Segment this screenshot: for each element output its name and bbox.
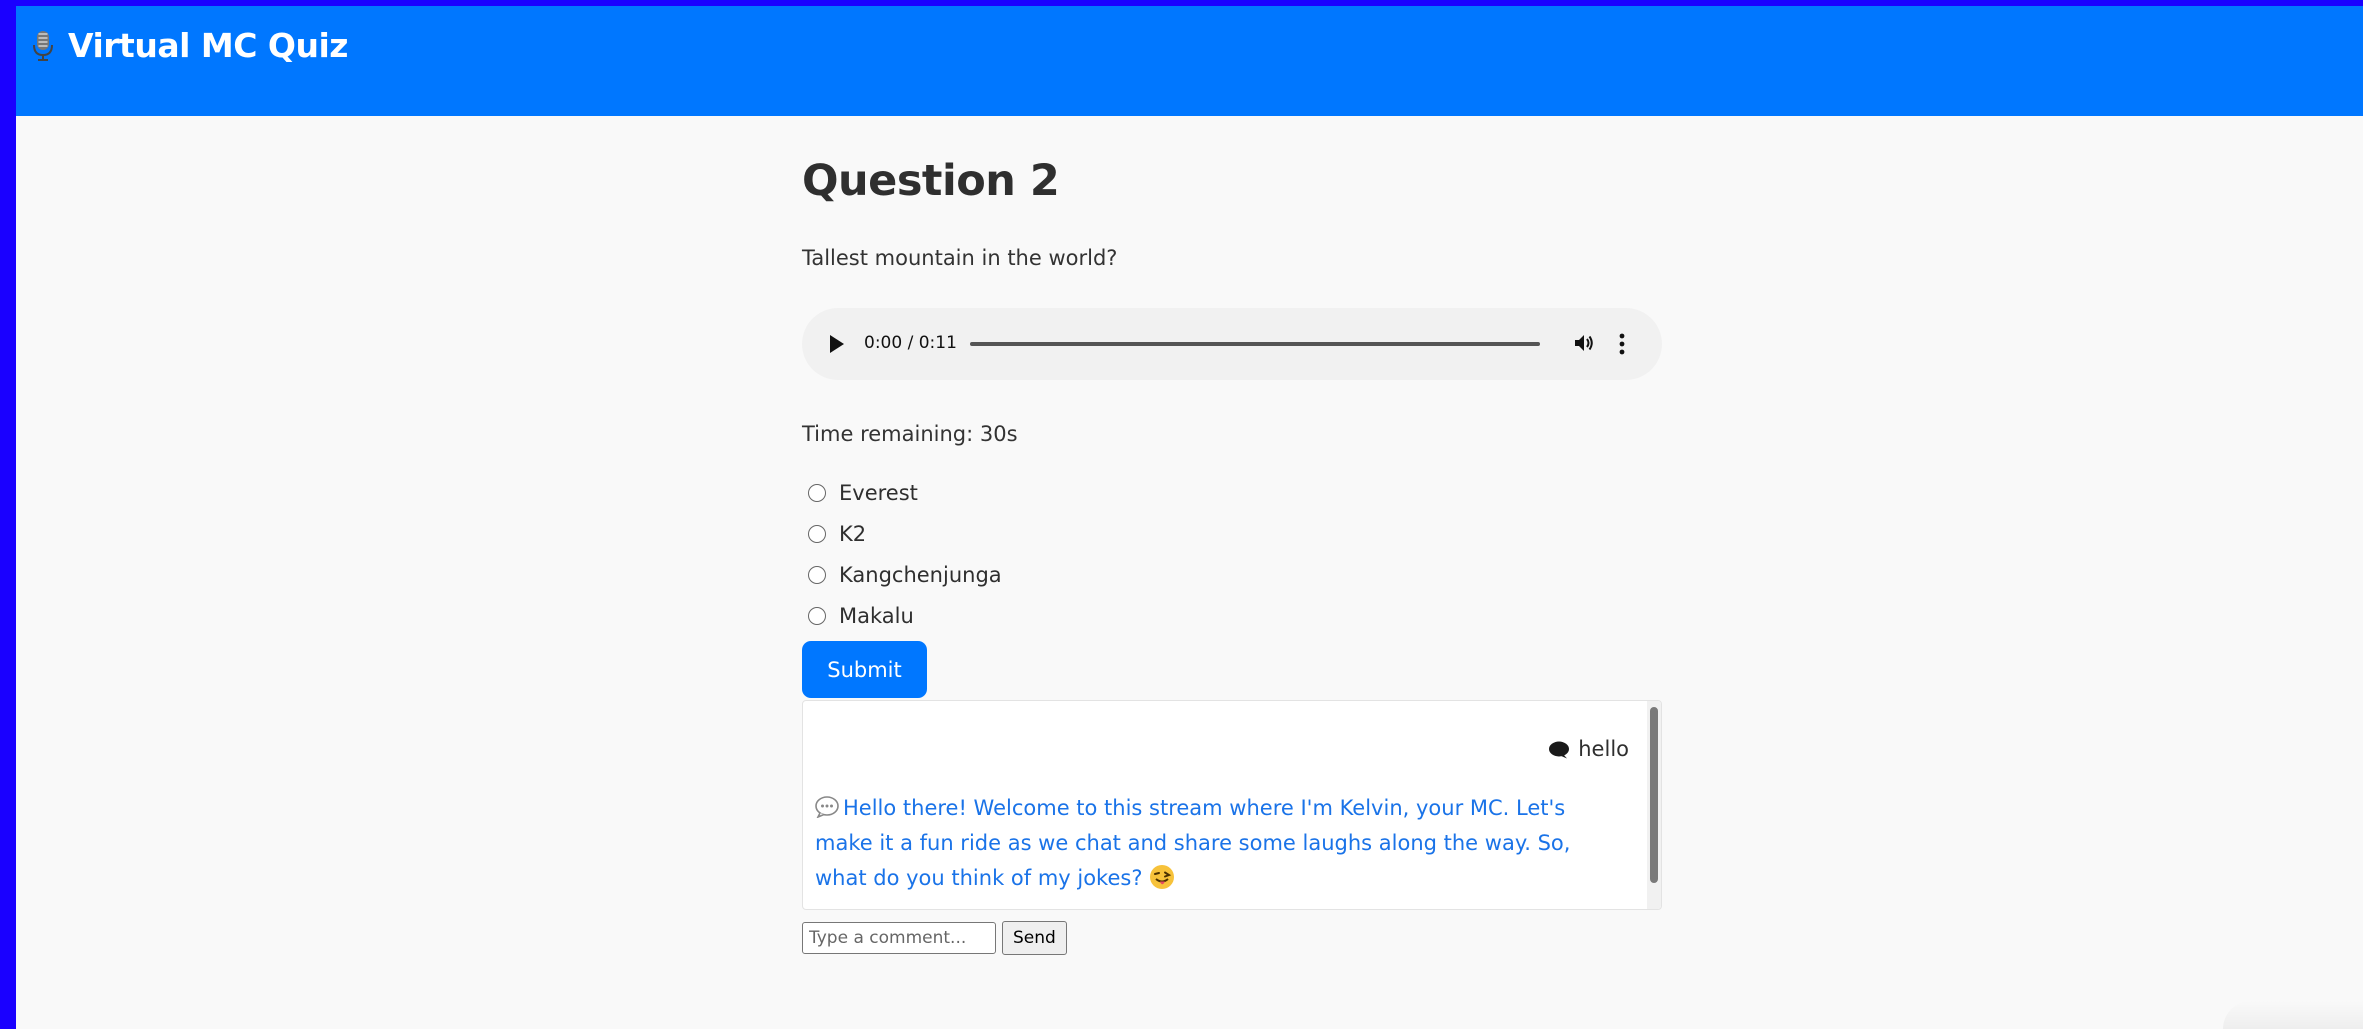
play-icon[interactable] (830, 335, 844, 353)
chat-box: hello Hello there! Welcome to this strea… (802, 700, 1662, 910)
corner-shade (2223, 1001, 2363, 1029)
send-button[interactable]: Send (1002, 921, 1067, 955)
mc-message-text: Hello there! Welcome to this stream wher… (815, 796, 1571, 890)
time-remaining: Time remaining: 30s (802, 422, 1018, 446)
submit-button[interactable]: Submit (802, 641, 927, 698)
answer-options: Everest K2 Kangchenjunga Makalu (808, 472, 1002, 636)
option-label: Everest (839, 480, 918, 505)
speech-bubble-icon (1548, 740, 1570, 759)
option-k2[interactable]: K2 (808, 513, 1002, 554)
option-kangchenjunga[interactable]: Kangchenjunga (808, 554, 1002, 595)
option-label: Kangchenjunga (839, 562, 1002, 587)
app-title: Virtual MC Quiz (32, 26, 349, 65)
more-options-icon[interactable] (1618, 331, 1626, 357)
comment-input[interactable] (802, 922, 996, 954)
thought-bubble-icon (815, 794, 839, 819)
option-everest[interactable]: Everest (808, 472, 1002, 513)
comment-form: Send (802, 921, 1067, 955)
audio-seek-bar[interactable] (970, 342, 1540, 346)
radio-button[interactable] (808, 565, 826, 584)
chat-scrollbar[interactable] (1647, 701, 1661, 909)
option-label: K2 (839, 521, 867, 546)
winking-tongue-face-icon (1149, 864, 1175, 890)
audio-time: 0:00 / 0:11 (864, 333, 957, 353)
user-message-text: hello (1578, 737, 1629, 761)
app-title-text: Virtual MC Quiz (68, 26, 349, 65)
page: Virtual MC Quiz Question 2 Tallest mount… (16, 6, 2363, 1029)
option-makalu[interactable]: Makalu (808, 595, 1002, 636)
option-label: Makalu (839, 603, 914, 628)
radio-button[interactable] (808, 524, 826, 543)
question-title: Question 2 (802, 156, 1060, 206)
audio-player[interactable]: 0:00 / 0:11 (802, 308, 1662, 380)
microphone-icon (32, 30, 54, 62)
volume-icon[interactable] (1572, 331, 1596, 355)
user-message: hello (1548, 737, 1629, 761)
radio-button[interactable] (808, 483, 826, 502)
mc-message: Hello there! Welcome to this stream wher… (815, 791, 1625, 896)
radio-button[interactable] (808, 606, 826, 625)
scrollbar-thumb[interactable] (1650, 707, 1658, 883)
question-text: Tallest mountain in the world? (802, 246, 1118, 270)
app-header: Virtual MC Quiz (16, 6, 2363, 116)
